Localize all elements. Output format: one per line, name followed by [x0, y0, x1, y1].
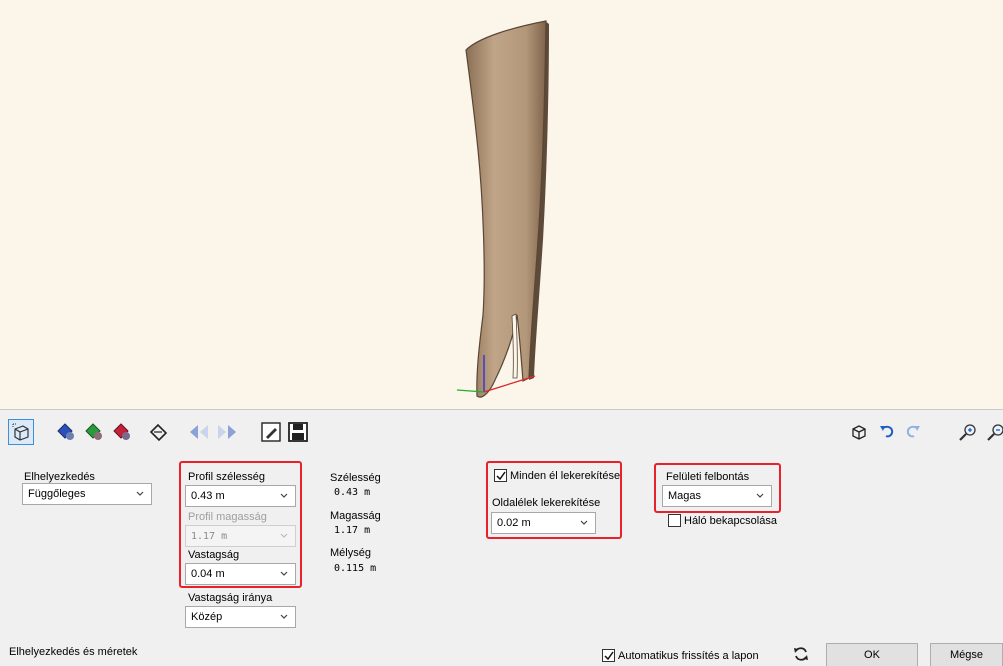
- redo-icon[interactable]: [900, 419, 926, 445]
- slat-model: [456, 20, 549, 398]
- zoom-out-icon[interactable]: [983, 419, 1003, 445]
- thickness-direction-value: Közép: [191, 611, 223, 623]
- side-edges-rounding-label: Oldalélek lekerekítése: [492, 497, 601, 509]
- mesh-label: Háló bekapcsolása: [684, 515, 777, 527]
- mesh-checkbox[interactable]: [668, 514, 681, 527]
- placement-value: Függőleges: [28, 488, 86, 500]
- section-label: Elhelyezkedés és méretek: [9, 646, 138, 658]
- refresh-icon[interactable]: [791, 644, 811, 664]
- checkmark-icon: [496, 471, 506, 481]
- view-cube-icon[interactable]: [846, 419, 872, 445]
- chevron-down-icon: [580, 520, 588, 525]
- profile-height-label: Profil magasság: [188, 511, 267, 523]
- side-edges-rounding-value: 0.02 m: [497, 517, 531, 529]
- all-edges-rounding-label: Minden él lekerekítése: [510, 470, 621, 482]
- auto-refresh-label: Automatikus frissítés a lapon: [618, 650, 759, 662]
- chevron-down-icon: [280, 493, 288, 498]
- thickness-direction-select[interactable]: Közép: [185, 606, 296, 628]
- width-value: 0.43 m: [334, 487, 371, 498]
- height-label: Magasság: [330, 510, 381, 522]
- surface-resolution-label: Felületi felbontás: [666, 471, 750, 483]
- depth-label: Mélység: [330, 547, 371, 559]
- toolbar: [0, 413, 1003, 453]
- symmetry-left-icon[interactable]: [186, 419, 212, 445]
- surface-resolution-select[interactable]: Magas: [662, 485, 772, 507]
- all-edges-rounding-checkbox[interactable]: [494, 469, 507, 482]
- chevron-down-icon: [280, 614, 288, 619]
- paint-bucket-icon[interactable]: [146, 419, 172, 445]
- surface-resolution-value: Magas: [668, 490, 702, 502]
- placement-label: Elhelyezkedés: [24, 471, 95, 483]
- depth-value: 0.115 m: [334, 563, 377, 574]
- symmetry-right-icon[interactable]: [214, 419, 240, 445]
- profile-width-value: 0.43 m: [191, 490, 225, 502]
- chevron-down-icon: [756, 493, 764, 498]
- mesh-cube-icon[interactable]: [8, 419, 34, 445]
- edit-pencil-icon[interactable]: [258, 419, 284, 445]
- thickness-direction-label: Vastagság iránya: [188, 592, 273, 604]
- profile-width-label: Profil szélesség: [188, 471, 266, 483]
- placement-select[interactable]: Függőleges: [22, 483, 152, 505]
- auto-refresh-checkbox[interactable]: [602, 649, 615, 662]
- profile-width-select[interactable]: 0.43 m: [185, 485, 296, 507]
- chevron-down-icon: [280, 533, 288, 538]
- paint-red-icon[interactable]: [108, 419, 134, 445]
- profile-height-select: 1.17 m: [185, 525, 296, 547]
- paint-blue-icon[interactable]: [52, 419, 78, 445]
- checkmark-icon: [604, 651, 614, 661]
- paint-green-icon[interactable]: [80, 419, 106, 445]
- 3d-viewport[interactable]: [0, 0, 1003, 410]
- save-icon[interactable]: [285, 419, 311, 445]
- thickness-label: Vastagság: [188, 549, 240, 561]
- undo-icon[interactable]: [874, 419, 900, 445]
- chevron-down-icon: [280, 571, 288, 576]
- height-value: 1.17 m: [334, 525, 371, 536]
- ok-button[interactable]: OK: [826, 643, 918, 666]
- chevron-down-icon: [136, 491, 144, 496]
- thickness-value: 0.04 m: [191, 568, 225, 580]
- thickness-select[interactable]: 0.04 m: [185, 563, 296, 585]
- side-edges-rounding-select[interactable]: 0.02 m: [491, 512, 596, 534]
- zoom-in-icon[interactable]: [955, 419, 981, 445]
- width-label: Szélesség: [330, 472, 381, 484]
- profile-height-value: 1.17 m: [191, 530, 228, 542]
- cancel-button[interactable]: Mégse: [930, 643, 1003, 666]
